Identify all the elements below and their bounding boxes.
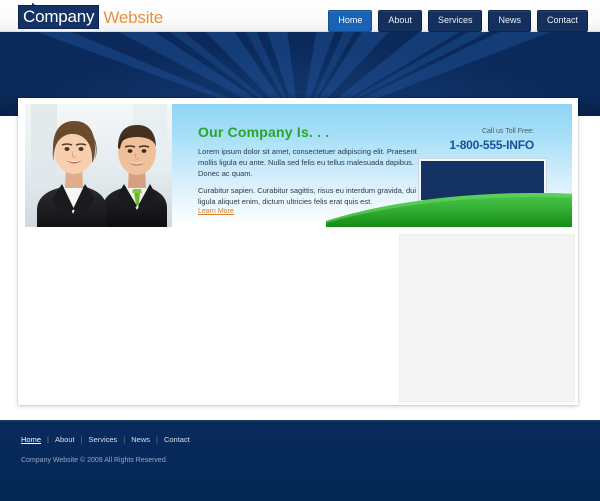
phone-number: 1-800-555-INFO [449, 138, 534, 152]
content-body [18, 232, 578, 405]
feature-paragraph-2: Curabitur sapien. Curabitur sagittis, ri… [198, 186, 417, 206]
footer-link-contact[interactable]: Contact [164, 435, 190, 444]
footer-separator: | [47, 435, 49, 444]
nav-item-about[interactable]: About [378, 10, 422, 32]
site-logo[interactable]: Company Website [18, 2, 164, 29]
feature-paragraph-1: Lorem ipsum dolor sit amet, consectetuer… [198, 147, 417, 178]
footer-separator: | [156, 435, 158, 444]
footer-navigation: Home | About | Services | News | Contact [21, 435, 190, 444]
footer-link-home[interactable]: Home [21, 435, 41, 444]
feature-photo [25, 104, 174, 227]
footer-separator: | [80, 435, 83, 444]
primary-navigation: Home About Services News Contact [328, 10, 588, 32]
footer-link-about[interactable]: About [55, 435, 75, 444]
call-toll-free-label: Call us Toll Free: [481, 128, 534, 135]
site-footer: Home | About | Services | News | Contact… [0, 420, 600, 501]
footer-link-news[interactable]: News [131, 435, 150, 444]
footer-link-services[interactable]: Services [89, 435, 118, 444]
nav-item-news[interactable]: News [488, 10, 531, 32]
right-column-panel [399, 234, 575, 402]
feature-headline: Our Company Is. . . [198, 124, 330, 140]
two-business-people-photo [25, 104, 174, 227]
page-root: Company Website Home About Services News… [0, 0, 600, 501]
nav-item-services[interactable]: Services [427, 10, 483, 32]
nav-item-contact[interactable]: Contact [536, 10, 588, 32]
footer-separator: | [123, 435, 126, 444]
learn-more-link[interactable]: Learn More [198, 208, 234, 215]
promo-box[interactable] [419, 159, 546, 202]
logo-word-secondary: Website [103, 8, 164, 27]
nav-item-home[interactable]: Home [328, 10, 373, 32]
feature-slider: Our Company Is. . . Lorem ipsum dolor si… [18, 98, 578, 232]
logo-word-primary: Company [18, 5, 100, 29]
copyright-text: Company Website © 2009 All Rights Reserv… [21, 457, 168, 464]
feature-panel: Our Company Is. . . Lorem ipsum dolor si… [172, 104, 572, 227]
content-card: Our Company Is. . . Lorem ipsum dolor si… [18, 98, 578, 405]
site-header: Company Website Home About Services News… [0, 0, 600, 32]
